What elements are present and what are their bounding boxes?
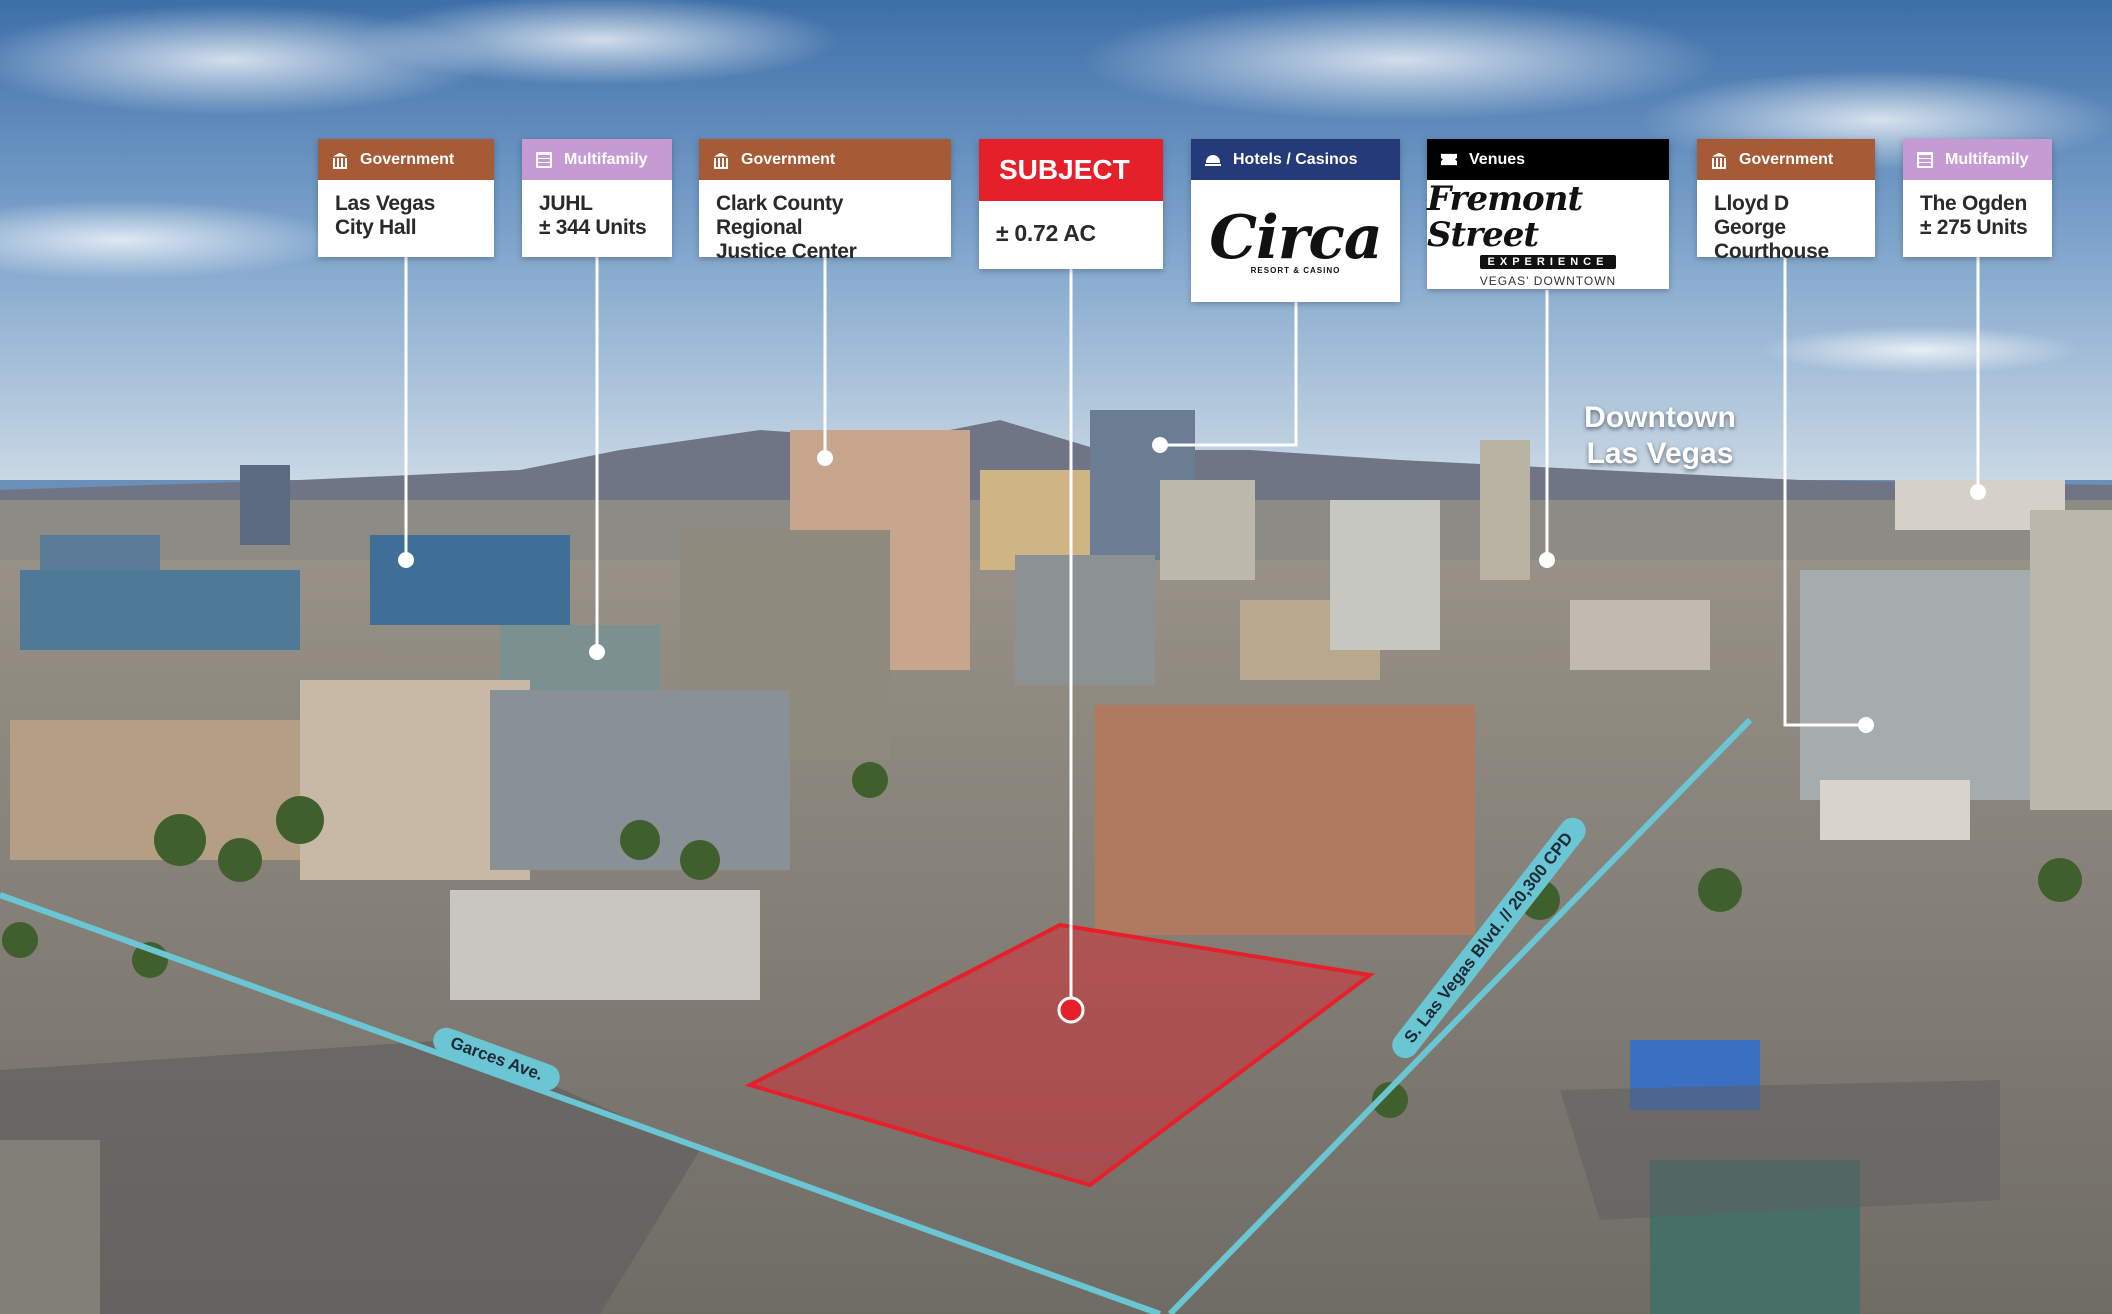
subject-header: SUBJECT <box>979 139 1163 201</box>
fremont-logo-sub: VEGAS' DOWNTOWN <box>1479 274 1617 288</box>
circa-logo-sub: RESORT & CASINO <box>1250 265 1341 275</box>
apartment-building-icon <box>1917 151 1933 168</box>
callout-header: Government <box>318 139 494 180</box>
government-building-icon <box>1711 152 1727 169</box>
callout-header: Venues <box>1427 139 1669 180</box>
callout-category: Multifamily <box>564 150 648 168</box>
callout-category: Hotels / Casinos <box>1233 150 1358 168</box>
callout-category: Government <box>1739 150 1834 168</box>
callout-fremont-street: Venues Fremont Street EXPERIENCE VEGAS' … <box>1427 139 1669 289</box>
callout-las-vegas-city-hall: Government Las Vegas City Hall <box>318 139 494 257</box>
fremont-street-logo: Fremont Street EXPERIENCE VEGAS' DOWNTOW… <box>1427 180 1669 289</box>
subject-acreage: ± 0.72 AC <box>996 220 1096 246</box>
callout-clark-county-justice-center: Government Clark County Regional Justice… <box>699 139 951 263</box>
callout-name: Las Vegas City Hall <box>335 192 436 239</box>
callout-name: Clark County Regional Justice Center <box>716 192 857 263</box>
callout-header: Multifamily <box>522 139 672 180</box>
callout-header: Government <box>699 139 951 180</box>
callout-name: The Ogden ± 275 Units <box>1920 192 2028 239</box>
fremont-logo-word: Fremont Street <box>1427 179 1583 255</box>
callout-name: JUHL ± 344 Units <box>539 192 647 239</box>
callout-header: Government <box>1697 139 1875 180</box>
ticket-icon <box>1441 153 1457 166</box>
callout-name: Lloyd D George Courthouse <box>1714 192 1829 263</box>
callout-category: Venues <box>1469 150 1526 168</box>
callout-circa: Hotels / Casinos Circa RESORT & CASINO <box>1191 139 1400 302</box>
circa-logo-word: Circa <box>1209 202 1383 273</box>
callout-the-ogden: Multifamily The Ogden ± 275 Units <box>1903 139 2052 257</box>
callout-lloyd-d-george-courthouse: Government Lloyd D George Courthouse <box>1697 139 1875 263</box>
callout-juhl: Multifamily JUHL ± 344 Units <box>522 139 672 257</box>
hotel-bell-icon <box>1205 152 1221 168</box>
callout-category: Multifamily <box>1945 150 2029 168</box>
callout-header: Hotels / Casinos <box>1191 139 1400 180</box>
circa-logo: Circa RESORT & CASINO <box>1191 180 1400 302</box>
callout-category: Government <box>360 150 455 168</box>
apartment-building-icon <box>536 151 552 168</box>
downtown-las-vegas-label: Downtown Las Vegas <box>1584 401 1736 470</box>
government-building-icon <box>332 152 348 169</box>
fremont-logo-band: EXPERIENCE <box>1479 255 1617 269</box>
callout-subject: SUBJECT ± 0.72 AC <box>979 139 1163 269</box>
callout-header: Multifamily <box>1903 139 2052 180</box>
government-building-icon <box>713 152 729 169</box>
callout-category: Government <box>741 150 836 168</box>
